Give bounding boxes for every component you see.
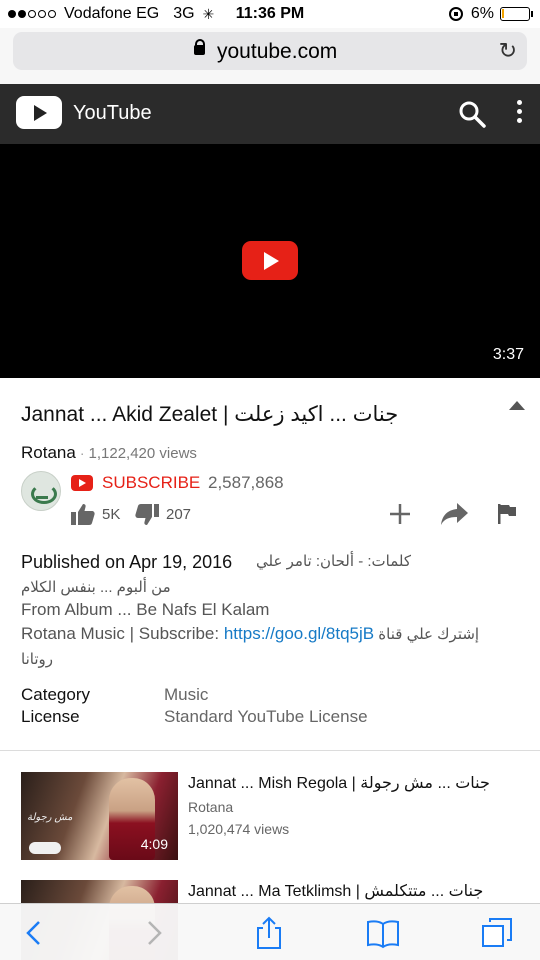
thumbs-down-icon[interactable] [135, 504, 159, 526]
channel-name[interactable]: Rotana [21, 443, 76, 462]
lock-icon [194, 39, 205, 55]
view-count: 1,122,420 views [88, 445, 197, 462]
youtube-subscribe-icon[interactable] [71, 475, 93, 491]
video-player[interactable]: 3:37 [0, 144, 540, 378]
play-button[interactable] [242, 241, 298, 280]
dislike-count: 207 [166, 506, 192, 523]
battery-percent: 6% [470, 5, 494, 22]
rotana-logo-icon [29, 842, 61, 854]
reload-icon[interactable]: ↻ [499, 38, 517, 64]
url-text: youtube.com [217, 40, 338, 63]
youtube-header: YouTube [0, 84, 540, 144]
subscribe-prefix: Rotana Music | Subscribe: [21, 624, 224, 643]
youtube-logo-icon[interactable] [16, 96, 62, 129]
collapse-details-icon[interactable] [509, 401, 525, 410]
license-value: Standard YouTube License [164, 707, 368, 726]
published-date: Published on Apr 19, 2016 [21, 552, 233, 572]
related-video-channel: Rotana [188, 799, 234, 815]
channel-avatar[interactable] [21, 471, 61, 511]
related-video-title[interactable]: Jannat ... Mish Regola | جنات ... مش رجو… [188, 773, 528, 793]
subscriber-count: 2,587,868 [208, 473, 284, 492]
channel-line: Rotana · 1,122,420 views [21, 443, 197, 462]
video-duration: 3:37 [492, 346, 524, 363]
subscribe-button[interactable]: SUBSCRIBE [102, 473, 200, 493]
report-flag-icon[interactable] [498, 504, 516, 524]
related-video-title[interactable]: Jannat ... Ma Tetklimsh | جنات ... متتكل… [188, 881, 528, 901]
subscribe-arabic: إشترك علي قناة [374, 626, 480, 643]
search-icon[interactable] [458, 100, 486, 128]
share-arrow-icon[interactable] [441, 503, 468, 525]
rotation-lock-icon [448, 7, 463, 21]
section-divider [0, 750, 540, 751]
share-icon[interactable] [252, 916, 286, 950]
credit-line: كلمات: - ألحان: تامر علي [256, 553, 411, 570]
thumbnail-caption: مش رجولة [27, 812, 73, 823]
more-vert-icon[interactable] [510, 100, 528, 128]
tabs-icon[interactable] [480, 916, 514, 950]
battery-icon [500, 7, 533, 21]
app-title[interactable]: YouTube [73, 102, 152, 125]
subscribe-link[interactable]: https://goo.gl/8tq5jB [224, 624, 374, 643]
license-label: License [21, 707, 80, 726]
category-label: Category [21, 685, 90, 704]
bookmarks-icon[interactable] [366, 916, 400, 950]
status-bar: Vodafone EG 3G ✳ 11:36 PM 6% [0, 0, 540, 28]
album-english: From Album ... Be Nafs El Kalam [21, 600, 270, 619]
url-field[interactable]: youtube.com ↻ [13, 32, 527, 70]
related-video-thumbnail[interactable]: مش رجولة 4:09 [21, 772, 178, 860]
category-value: Music [164, 685, 209, 704]
related-video-views: 1,020,474 views [188, 821, 290, 837]
video-title: Jannat ... Akid Zealet | جنات ... اكيد ز… [21, 403, 399, 426]
back-icon[interactable] [18, 916, 52, 950]
safari-toolbar [0, 903, 540, 960]
safari-address-bar: youtube.com ↻ [0, 28, 540, 84]
album-arabic: من ألبوم ... بنفس الكلام [21, 579, 171, 596]
add-to-playlist-icon[interactable] [389, 503, 411, 525]
channel-arabic: روتانا [21, 651, 53, 668]
related-video-duration: 4:09 [140, 836, 168, 852]
forward-icon[interactable] [136, 916, 170, 950]
like-count: 5K [102, 506, 121, 523]
status-right: 6% [448, 5, 533, 23]
thumbs-up-icon[interactable] [71, 503, 95, 525]
subscribe-line: Rotana Music | Subscribe: https://goo.gl… [21, 622, 479, 647]
